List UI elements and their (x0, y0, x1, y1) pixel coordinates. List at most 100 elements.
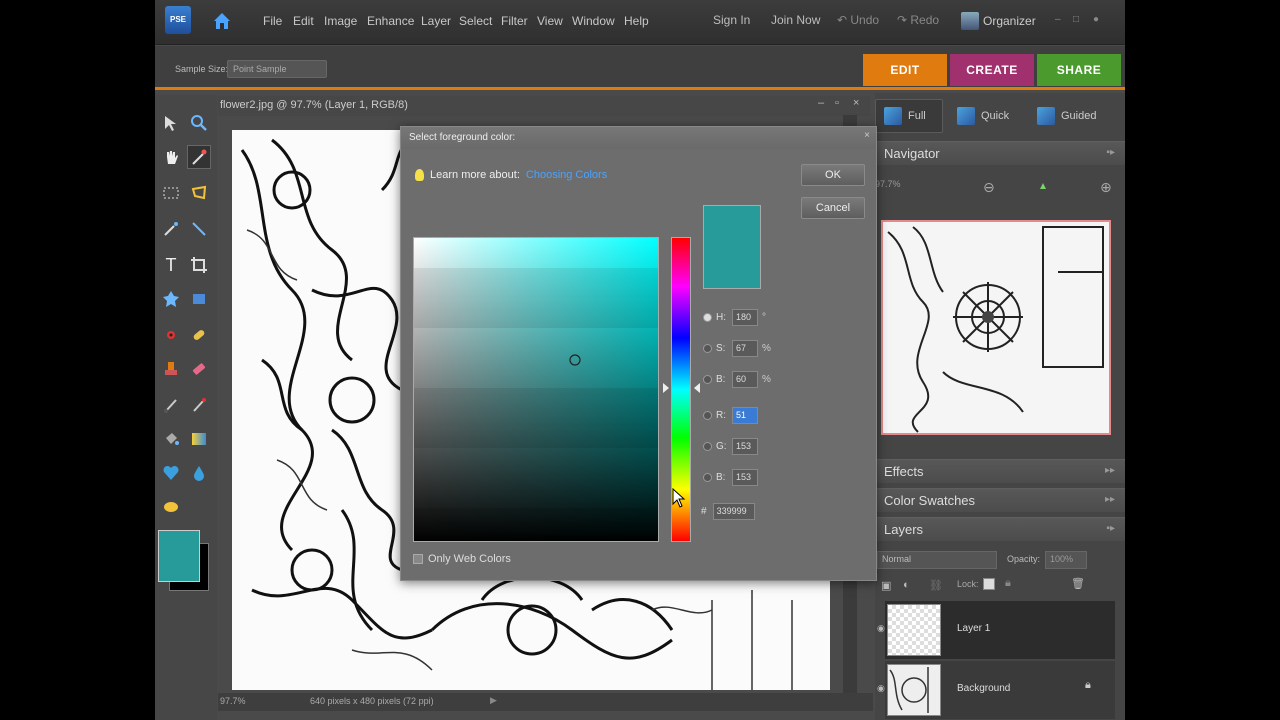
menu-window[interactable]: Window (572, 14, 615, 28)
effects-expand-icon[interactable]: ▸▸ (1105, 465, 1115, 476)
lock-all-icon[interactable]: 🔒︎ (1005, 577, 1011, 590)
sponge-tool-icon[interactable] (159, 495, 183, 519)
close-icon[interactable]: ● (1093, 14, 1103, 25)
zoom-in-icon[interactable]: ⊕ (1100, 179, 1112, 196)
adjustment-layer-icon[interactable]: ◐ (903, 579, 910, 591)
zoom-out-icon[interactable]: ⊖ (983, 179, 995, 196)
lasso-tool-icon[interactable] (187, 181, 211, 205)
brightness-radio[interactable] (703, 374, 712, 384)
menu-image[interactable]: Image (324, 14, 357, 28)
red-eye-tool-icon[interactable] (159, 323, 183, 347)
color-swatches-panel-header[interactable]: Color Swatches ▸▸ (875, 488, 1125, 512)
tab-edit[interactable]: EDIT (863, 54, 947, 86)
zoom-slider-thumb[interactable] (1040, 183, 1046, 189)
eyedropper-tool-icon[interactable] (187, 145, 211, 169)
tab-create[interactable]: CREATE (950, 54, 1034, 86)
doc-minimize-icon[interactable]: – (818, 97, 824, 109)
visibility-eye-icon[interactable]: ◉ (877, 623, 885, 634)
smart-brush-tool-icon[interactable] (187, 393, 211, 417)
cookie-cutter-tool-icon[interactable] (159, 287, 183, 311)
sign-in-link[interactable]: Sign In (713, 13, 750, 27)
subtab-quick[interactable]: Quick (949, 99, 1017, 133)
only-web-colors-checkbox[interactable] (413, 554, 423, 564)
green-radio[interactable] (703, 441, 712, 451)
subtab-guided[interactable]: Guided (1029, 99, 1104, 133)
menu-edit[interactable]: Edit (293, 14, 314, 28)
brightness-input[interactable]: 60 (732, 370, 758, 388)
hue-input[interactable]: 180 (732, 308, 758, 326)
zoom-tool-icon[interactable] (187, 111, 211, 135)
undo-button[interactable]: ↶ Undo (837, 13, 879, 27)
hue-slider-left-arrow[interactable] (663, 383, 669, 393)
effects-panel-header[interactable]: Effects ▸▸ (875, 459, 1125, 483)
navigator-panel-header[interactable]: Navigator ▪▸ (875, 141, 1125, 165)
sample-size-select[interactable]: Point Sample (227, 60, 327, 78)
healing-brush-tool-icon[interactable] (187, 323, 211, 347)
clone-stamp-tool-icon[interactable] (159, 357, 183, 381)
move-tool-icon[interactable] (159, 111, 183, 135)
new-layer-icon[interactable]: ▣ (881, 579, 891, 592)
crop-tool-icon[interactable] (187, 253, 211, 277)
home-icon[interactable] (211, 10, 233, 32)
saturation-brightness-field[interactable] (413, 237, 659, 542)
saturation-input[interactable]: 67 (732, 339, 758, 357)
menu-file[interactable]: File (263, 14, 282, 28)
navigator-thumbnail[interactable] (881, 220, 1111, 435)
magic-wand-tool-icon[interactable] (159, 217, 183, 241)
brush-tool-icon[interactable] (159, 393, 183, 417)
doc-maximize-icon[interactable]: ▫ (835, 97, 839, 109)
blue-radio[interactable] (703, 472, 712, 482)
eraser-tool-icon[interactable] (187, 357, 211, 381)
organizer-button[interactable]: Organizer (961, 9, 1051, 33)
panel-menu-icon[interactable]: ▪▸ (1106, 147, 1115, 158)
maximize-icon[interactable]: □ (1073, 14, 1083, 25)
redo-button[interactable]: ↷ Redo (897, 13, 939, 27)
saturation-radio[interactable] (703, 343, 712, 353)
straighten-tool-icon[interactable] (187, 287, 211, 311)
layers-panel-header[interactable]: Layers ▪▸ (875, 517, 1125, 541)
blend-mode-select[interactable]: Normal (877, 551, 997, 569)
gradient-tool-icon[interactable] (187, 427, 211, 451)
hue-slider-right-arrow[interactable] (694, 383, 700, 393)
menu-select[interactable]: Select (459, 14, 492, 28)
trash-icon[interactable]: 🗑︎ (1071, 577, 1085, 590)
red-input[interactable]: 51 (732, 406, 758, 424)
ok-button[interactable]: OK (801, 164, 865, 186)
foreground-color-swatch[interactable] (158, 530, 200, 582)
doc-close-icon[interactable]: × (853, 97, 859, 109)
status-arrow-icon[interactable]: ▶ (490, 695, 497, 706)
only-web-colors-option[interactable]: Only Web Colors (413, 553, 511, 565)
selection-brush-tool-icon[interactable] (187, 217, 211, 241)
layer-row[interactable]: ◉ Layer 1 (877, 601, 1115, 659)
cancel-button[interactable]: Cancel (801, 197, 865, 219)
opacity-field[interactable]: 100% (1045, 551, 1087, 569)
layers-menu-icon[interactable]: ▪▸ (1106, 523, 1115, 534)
blue-input[interactable]: 153 (732, 468, 758, 486)
menu-enhance[interactable]: Enhance (367, 14, 414, 28)
dialog-close-icon[interactable]: × (864, 130, 870, 141)
menu-layer[interactable]: Layer (421, 14, 451, 28)
menu-help[interactable]: Help (624, 14, 649, 28)
layer-row[interactable]: ◉ Background 🔒︎ (877, 661, 1115, 719)
tab-share[interactable]: SHARE (1037, 54, 1121, 86)
hex-input[interactable]: 339999 (712, 503, 755, 520)
minimize-icon[interactable]: – (1055, 14, 1065, 25)
paint-bucket-tool-icon[interactable] (159, 427, 183, 451)
green-input[interactable]: 153 (732, 437, 758, 455)
hand-tool-icon[interactable] (159, 145, 183, 169)
visibility-eye-icon[interactable]: ◉ (877, 683, 885, 694)
link-layers-icon[interactable]: ⛓ (929, 579, 943, 592)
hue-radio[interactable] (703, 312, 712, 322)
lock-transparent-icon[interactable] (983, 578, 995, 590)
marquee-tool-icon[interactable] (159, 181, 183, 205)
type-tool-icon[interactable]: T (159, 253, 183, 277)
custom-shape-tool-icon[interactable] (159, 461, 183, 485)
subtab-full[interactable]: Full (875, 99, 943, 133)
menu-view[interactable]: View (537, 14, 563, 28)
menu-filter[interactable]: Filter (501, 14, 528, 28)
blur-tool-icon[interactable] (187, 461, 211, 485)
choosing-colors-link[interactable]: Choosing Colors (526, 169, 607, 181)
swatches-expand-icon[interactable]: ▸▸ (1105, 494, 1115, 505)
red-radio[interactable] (703, 410, 712, 420)
join-now-link[interactable]: Join Now (771, 13, 820, 27)
